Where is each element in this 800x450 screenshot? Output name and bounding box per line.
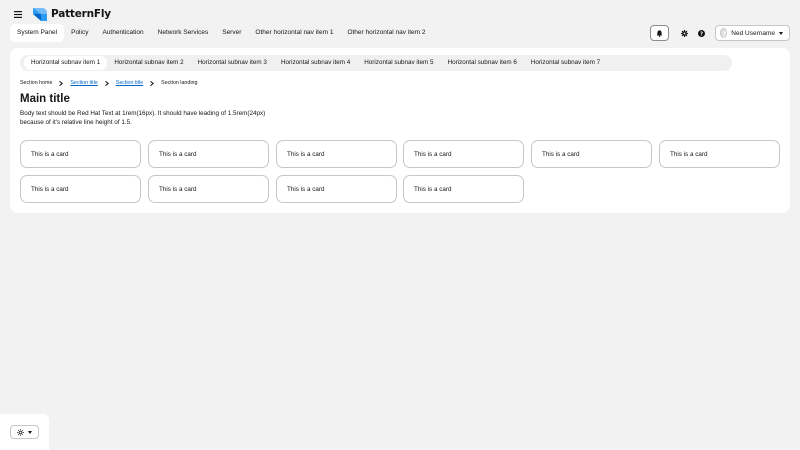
breadcrumb-item-section-home: Section home — [20, 80, 53, 86]
subnav-item-1[interactable]: Horizontal subnav item 1 — [24, 56, 108, 70]
nav-item-other-2[interactable]: Other horizontal nav item 2 — [340, 24, 432, 42]
caret-down-icon — [779, 31, 783, 35]
card[interactable]: This is a card — [20, 175, 141, 203]
nav-item-server[interactable]: Server — [215, 24, 248, 42]
subnav-item-4[interactable]: Horizontal subnav item 4 — [274, 56, 357, 70]
subnav-item-2[interactable]: Horizontal subnav item 2 — [107, 56, 190, 70]
card[interactable]: This is a card — [403, 140, 524, 168]
help-button[interactable]: ? — [692, 25, 711, 41]
caret-down-icon — [28, 430, 32, 434]
card[interactable]: This is a card — [403, 175, 524, 203]
angle-right-icon — [52, 80, 70, 86]
nav-item-system-panel[interactable]: System Panel — [10, 24, 65, 42]
card[interactable]: This is a card — [276, 175, 397, 203]
subnav-item-7[interactable]: Horizontal subnav item 7 — [524, 56, 607, 70]
brand-name: PatternFly — [51, 8, 111, 20]
gear-icon — [681, 29, 688, 37]
angle-right-icon — [143, 80, 161, 86]
card[interactable]: This is a card — [531, 140, 652, 168]
nav-item-network-services[interactable]: Network Services — [151, 24, 216, 42]
patternfly-logo-icon — [33, 8, 47, 21]
card[interactable]: This is a card — [276, 140, 397, 168]
masthead: PatternFly System Panel Policy Authentic… — [0, 0, 800, 44]
brand[interactable]: PatternFly — [32, 6, 111, 22]
main-panel: Horizontal subnav item 1 Horizontal subn… — [10, 48, 790, 213]
subnav-item-3[interactable]: Horizontal subnav item 3 — [191, 56, 274, 70]
card[interactable]: This is a card — [20, 140, 141, 168]
bell-icon — [656, 29, 663, 37]
nav-item-authentication[interactable]: Authentication — [95, 24, 150, 42]
breadcrumb-item-section-landing: Section landing — [161, 80, 198, 86]
nav-item-other-1[interactable]: Other horizontal nav item 1 — [248, 24, 340, 42]
card[interactable]: This is a card — [659, 140, 780, 168]
theme-switcher-panel — [0, 414, 49, 450]
breadcrumb-item-section-title-1[interactable]: Section title — [70, 80, 97, 86]
notification-button[interactable] — [650, 25, 669, 41]
masthead-tools: ? — [650, 25, 711, 41]
nav-item-policy[interactable]: Policy — [64, 24, 95, 42]
sun-icon — [17, 428, 24, 436]
svg-text:?: ? — [700, 31, 703, 37]
user-name: Ned Username — [731, 29, 775, 37]
body-text: Body text should be Red Hat Text at 1rem… — [20, 110, 266, 126]
breadcrumb-item-section-title-2[interactable]: Section title — [116, 80, 143, 86]
horizontal-nav: System Panel Policy Authentication Netwo… — [10, 24, 432, 42]
page-title: Main title — [20, 93, 70, 105]
subnav-item-6[interactable]: Horizontal subnav item 6 — [441, 56, 524, 70]
user-dropdown-toggle[interactable]: Ned Username — [715, 25, 790, 41]
subnav-item-5[interactable]: Horizontal subnav item 5 — [357, 56, 440, 70]
card[interactable]: This is a card — [148, 175, 269, 203]
bars-icon[interactable] — [12, 8, 24, 20]
theme-switcher-button[interactable] — [10, 425, 39, 439]
horizontal-subnav: Horizontal subnav item 1 Horizontal subn… — [20, 55, 732, 71]
question-circle-icon: ? — [698, 29, 705, 37]
avatar-icon — [720, 28, 728, 38]
card[interactable]: This is a card — [148, 140, 269, 168]
breadcrumb: Section home Section title Section title… — [20, 78, 197, 88]
angle-right-icon — [98, 80, 116, 86]
